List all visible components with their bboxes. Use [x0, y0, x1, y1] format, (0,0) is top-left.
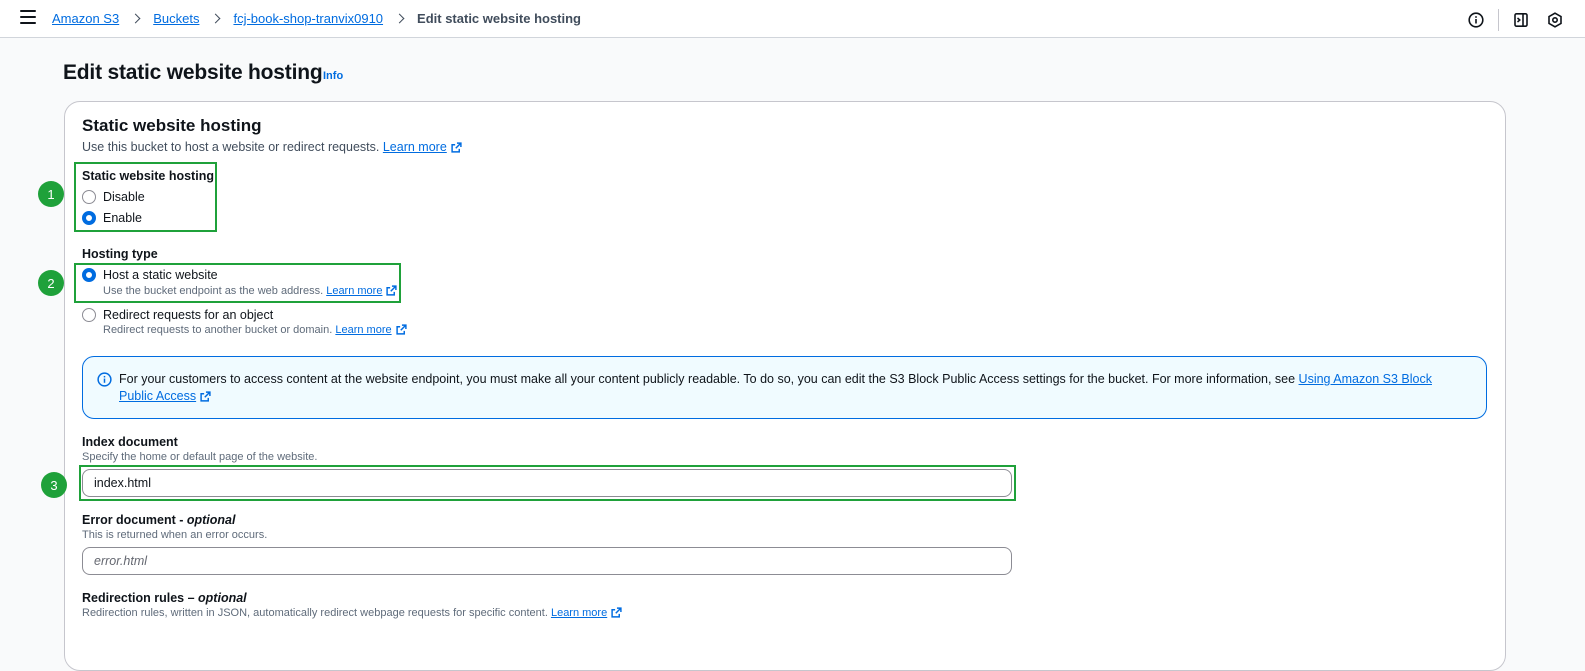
radio-host-static-label: Host a static website: [103, 268, 218, 282]
error-document-input[interactable]: error.html: [82, 547, 1012, 575]
section-title: Static website hosting: [82, 116, 262, 135]
error-document-hint: This is returned when an error occurs.: [82, 529, 268, 541]
radio-enable-label: Enable: [103, 211, 142, 225]
alert-message: For your customers to access content at …: [119, 372, 1299, 386]
index-document-hint: Specify the home or default page of the …: [82, 451, 318, 463]
annotation-badge-3: 3: [41, 472, 67, 498]
description-text: Redirect requests to another bucket or d…: [103, 324, 333, 336]
hosting-type-label: Hosting type: [82, 247, 158, 261]
index-document-label: Index document: [82, 435, 178, 449]
radio-disable-label: Disable: [103, 190, 145, 204]
learn-more-label: Learn more: [335, 324, 392, 336]
label-text: Error document: [82, 513, 176, 527]
label-separator: –: [184, 591, 199, 605]
alert-text: For your customers to access content at …: [119, 371, 1464, 405]
chevron-right-icon: [210, 13, 222, 25]
radio-button-checked[interactable]: [82, 268, 96, 282]
breadcrumb-buckets[interactable]: Buckets: [153, 11, 199, 26]
page-title: Edit static website hosting: [63, 61, 323, 84]
breadcrumb: Amazon S3 Buckets fcj-book-shop-tranvix0…: [52, 11, 581, 26]
annotation-badge-2: 2: [38, 270, 64, 296]
info-alert: For your customers to access content at …: [82, 356, 1487, 419]
learn-more-label: Learn more: [326, 285, 383, 297]
breadcrumb-bucket-name[interactable]: fcj-book-shop-tranvix0910: [233, 11, 383, 26]
radio-host-static-website[interactable]: Host a static website: [82, 268, 218, 282]
optional-text: optional: [186, 513, 236, 527]
radio-redirect-requests[interactable]: Redirect requests for an object: [82, 308, 273, 322]
label-separator: -: [175, 513, 187, 527]
top-navigation-bar: Amazon S3 Buckets fcj-book-shop-tranvix0…: [0, 0, 1585, 38]
radio-host-static-description: Use the bucket endpoint as the web addre…: [103, 285, 398, 297]
hexagon-settings-icon[interactable]: [1545, 10, 1565, 30]
external-link-icon: [611, 607, 622, 618]
hosting-toggle-label: Static website hosting: [82, 169, 214, 183]
optional-text: optional: [198, 591, 247, 605]
divider: [1498, 9, 1499, 31]
hint-text: Redirection rules, written in JSON, auto…: [82, 607, 548, 619]
top-right-tools: [1466, 9, 1565, 31]
side-panel-icon[interactable]: [1511, 10, 1531, 30]
hamburger-icon[interactable]: [20, 10, 36, 26]
section-description-text: Use this bucket to host a website or red…: [82, 140, 380, 154]
learn-more-label: Learn more: [382, 140, 447, 154]
radio-button[interactable]: [82, 190, 96, 204]
error-document-label: Error document - optional: [82, 513, 235, 527]
chevron-right-icon: [130, 13, 142, 25]
external-link-icon: [451, 142, 462, 153]
learn-more-link[interactable]: Learn more: [326, 285, 398, 297]
info-circle-icon[interactable]: [1466, 10, 1486, 30]
breadcrumb-current: Edit static website hosting: [417, 11, 581, 26]
chevron-right-icon: [394, 13, 406, 25]
radio-enable[interactable]: Enable: [82, 211, 142, 225]
external-link-icon: [395, 324, 407, 335]
info-circle-icon: [97, 372, 112, 387]
annotation-badge-1: 1: [38, 181, 64, 207]
index-document-input[interactable]: index.html: [82, 469, 1012, 497]
description-text: Use the bucket endpoint as the web addre…: [103, 285, 324, 297]
section-description: Use this bucket to host a website or red…: [82, 140, 462, 154]
radio-redirect-label: Redirect requests for an object: [103, 308, 274, 322]
external-link-icon: [200, 391, 211, 402]
radio-disable[interactable]: Disable: [82, 190, 145, 204]
label-text: Redirection rules: [82, 591, 185, 605]
learn-more-link[interactable]: Learn more: [383, 140, 462, 154]
info-link[interactable]: Info: [323, 70, 343, 82]
external-link-icon: [386, 285, 398, 296]
breadcrumb-amazon-s3[interactable]: Amazon S3: [52, 11, 119, 26]
radio-button[interactable]: [82, 308, 96, 322]
radio-button-checked[interactable]: [82, 211, 96, 225]
redirection-rules-label: Redirection rules – optional: [82, 591, 247, 605]
redirection-rules-hint: Redirection rules, written in JSON, auto…: [82, 607, 622, 619]
learn-more-label: Learn more: [550, 607, 608, 619]
learn-more-link[interactable]: Learn more: [551, 607, 622, 619]
radio-redirect-description: Redirect requests to another bucket or d…: [103, 324, 407, 336]
learn-more-link[interactable]: Learn more: [335, 324, 407, 336]
